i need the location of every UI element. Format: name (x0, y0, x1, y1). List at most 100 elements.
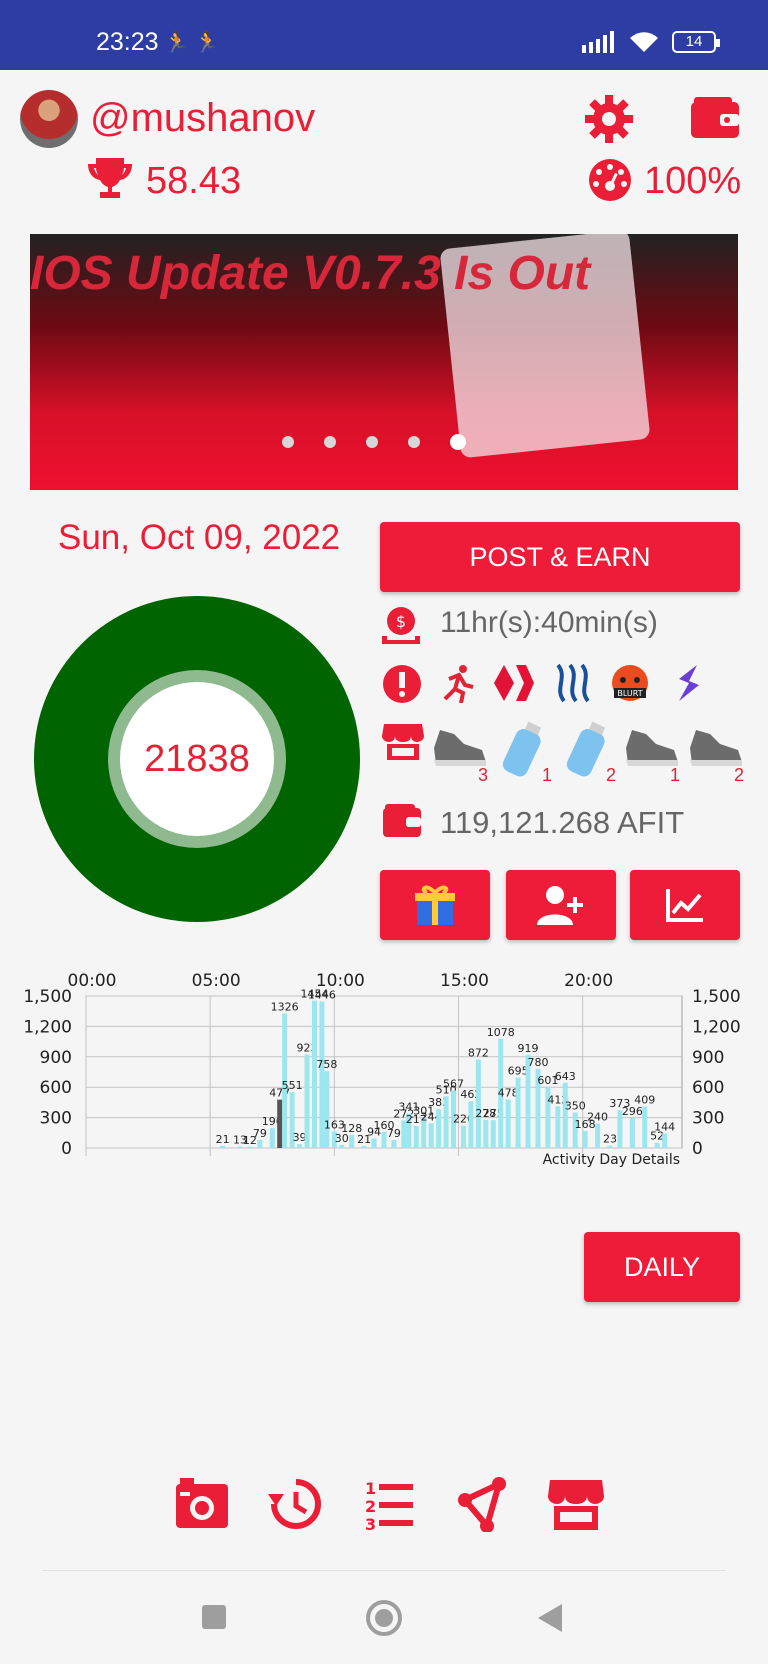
blurt-icon[interactable]: BLURT (610, 660, 650, 706)
avatar[interactable] (20, 90, 78, 148)
gift-icon (415, 885, 455, 925)
steps-count: 21838 (120, 682, 274, 836)
bar-value-label: 919 (518, 1042, 539, 1055)
platform-chips: BLURT (436, 660, 708, 706)
activity-bar (339, 1144, 345, 1148)
activity-bar (515, 1077, 521, 1148)
share-icon[interactable] (455, 1476, 511, 1532)
inventory-item-shoe[interactable]: 3 (430, 720, 488, 785)
steps-progress-ring: 21838 (34, 596, 360, 922)
y-tick-label-left: 0 (61, 1139, 72, 1159)
gauge-icon (589, 159, 631, 201)
activity-bar (257, 1139, 263, 1148)
market-icon[interactable] (548, 1476, 604, 1532)
y-tick-label-right: 900 (692, 1048, 724, 1068)
divider (42, 1570, 726, 1571)
status-time: 23:23 (96, 28, 159, 56)
home-button[interactable] (366, 1600, 402, 1636)
gear-icon[interactable] (584, 94, 634, 144)
history-icon[interactable] (267, 1476, 324, 1532)
gift-button[interactable] (380, 870, 490, 940)
activity-bar (468, 1101, 474, 1148)
inventory-item-water[interactable]: 1 (494, 720, 552, 785)
y-tick-label-right: 0 (692, 1139, 703, 1159)
y-tick-label-left: 600 (40, 1078, 72, 1098)
bar-value-label: 872 (468, 1047, 489, 1060)
current-date[interactable]: Sun, Oct 09, 2022 (58, 518, 340, 558)
activity-bar (490, 1120, 496, 1148)
trophy-icon (88, 158, 132, 198)
carousel-dot[interactable] (408, 436, 420, 448)
afit-balance: 119,121.268 AFIT (440, 805, 685, 840)
bar-value-label: 23 (603, 1133, 617, 1146)
svg-text:$: $ (396, 612, 406, 631)
splinterlands-icon[interactable] (668, 660, 708, 706)
bar-value-label: 21 (216, 1133, 230, 1146)
activity-bar (460, 1125, 466, 1148)
activity-bar (483, 1119, 489, 1148)
store-icon[interactable] (382, 722, 424, 762)
svg-text:3: 3 (365, 1515, 376, 1532)
steem-icon[interactable] (552, 660, 592, 706)
item-count: 1 (669, 765, 680, 785)
bar-value-label: 296 (622, 1105, 643, 1118)
battery-icon: 14 (672, 31, 720, 53)
running-status-icons: 🏃 🏃 (164, 32, 220, 54)
add-friend-button[interactable] (506, 870, 616, 940)
username[interactable]: @mushanov (90, 96, 315, 141)
leaderboard-icon[interactable]: 123 (361, 1476, 417, 1532)
carousel-dot[interactable] (324, 436, 336, 448)
time-remaining: 11hr(s):40min(s) (440, 606, 658, 639)
activity-bar (269, 1128, 275, 1148)
running-icon[interactable] (436, 660, 476, 706)
back-button[interactable] (538, 1604, 562, 1632)
score-value: 58.43 (146, 160, 242, 202)
inventory-item-shoe[interactable]: 2 (686, 720, 744, 785)
wallet-icon[interactable] (690, 96, 740, 140)
y-tick-label-right: 1,500 (692, 987, 741, 1007)
activity-bar (654, 1142, 660, 1148)
status-bar: 23:23 🏃 🏃 14 (0, 0, 768, 70)
carousel-dots (282, 434, 466, 450)
stats-button[interactable] (630, 870, 740, 940)
inventory-item-shoe[interactable]: 1 (622, 720, 680, 785)
post-earn-button[interactable]: POST & EARN (380, 522, 740, 592)
activity-bar (247, 1146, 253, 1148)
alert-icon[interactable] (382, 664, 422, 704)
y-tick-label-right: 600 (692, 1078, 724, 1098)
bar-value-label: 758 (316, 1058, 337, 1071)
bar-value-label: 643 (555, 1070, 576, 1083)
x-tick-label: 15:00 (440, 971, 489, 991)
activity-bar (304, 1054, 310, 1148)
shoe-icon (690, 730, 742, 766)
x-tick-label: 05:00 (192, 971, 241, 991)
chart-description: Activity Day Details (543, 1152, 680, 1168)
svg-text:2: 2 (365, 1497, 376, 1516)
news-banner[interactable]: IOS Update V0.7.3 Is Out (30, 234, 738, 490)
y-tick-label-right: 1,200 (692, 1017, 741, 1037)
activity-bar (629, 1118, 635, 1148)
y-tick-label-left: 1,500 (23, 987, 72, 1007)
camera-icon[interactable] (174, 1476, 230, 1532)
daily-button[interactable]: DAILY (584, 1232, 740, 1302)
recent-apps-button[interactable] (202, 1605, 226, 1629)
svg-text:1: 1 (365, 1479, 376, 1498)
carousel-dot[interactable] (282, 436, 294, 448)
activity-bar (595, 1123, 601, 1148)
carousel-dot-active[interactable] (450, 434, 466, 450)
activity-bar (505, 1099, 511, 1148)
y-tick-label-left: 900 (40, 1048, 72, 1068)
trending-chart-icon (666, 889, 703, 922)
item-count: 1 (541, 765, 552, 785)
activity-chart: 0 0 300 300 600 600 900 900 1,200 1,200 1,500 1,500… (23, 971, 741, 1168)
inventory-item-water[interactable]: 2 (558, 720, 616, 785)
bar-value-label: 1078 (487, 1026, 515, 1039)
balance-wallet-icon (383, 804, 421, 837)
hive-icon[interactable] (494, 660, 534, 706)
activity-bar (642, 1106, 648, 1148)
carousel-dot[interactable] (366, 436, 378, 448)
item-count: 3 (477, 765, 488, 785)
activity-bar (371, 1138, 377, 1148)
activity-bar (220, 1145, 226, 1148)
bar-value-label: 39 (293, 1131, 307, 1144)
